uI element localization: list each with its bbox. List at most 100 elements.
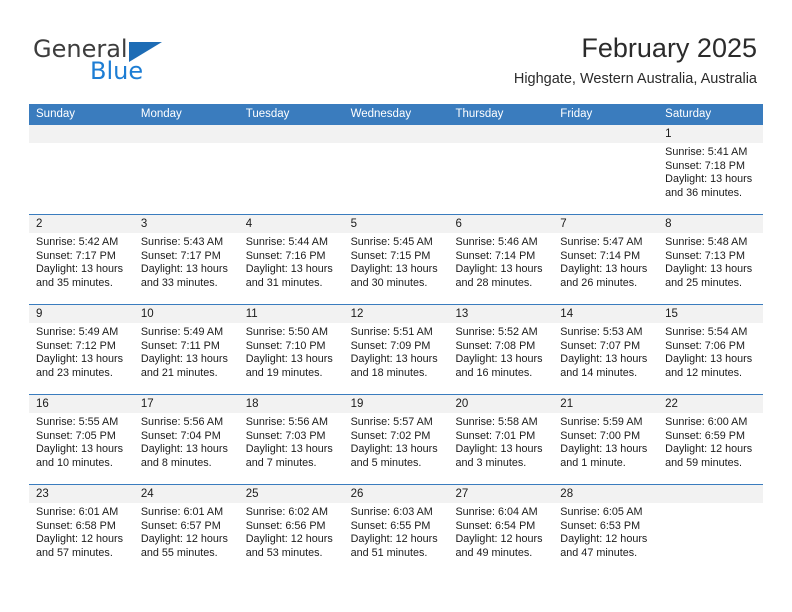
day-cell[interactable]: Sunrise: 5:47 AM Sunset: 7:14 PM Daylight:…: [553, 233, 658, 304]
sunset-text: Sunset: 7:00 PM: [560, 429, 641, 442]
day-cell[interactable]: Sunrise: 6:05 AM Sunset: 6:53 PM Daylight:…: [553, 503, 658, 574]
sunrise-text: Sunrise: 6:01 AM: [36, 506, 119, 518]
day-number[interactable]: 2: [29, 215, 134, 233]
day-number[interactable]: 23: [29, 485, 134, 503]
day-number-empty: [239, 125, 344, 143]
general-blue-logo[interactable]: General Blue: [33, 36, 233, 86]
day-cell[interactable]: Sunrise: 6:03 AM Sunset: 6:55 PM Daylight:…: [344, 503, 449, 574]
day-number[interactable]: 8: [658, 215, 763, 233]
sunrise-text: Sunrise: 6:05 AM: [560, 506, 643, 518]
day-number[interactable]: 11: [239, 305, 344, 323]
sunset-text: Sunset: 7:06 PM: [665, 339, 745, 352]
day-cell[interactable]: Sunrise: 6:02 AM Sunset: 6:56 PM Daylight:…: [239, 503, 344, 574]
day-number[interactable]: 28: [553, 485, 658, 503]
sunrise-text: Sunrise: 5:56 AM: [140, 416, 224, 428]
day-cell[interactable]: Sunrise: 6:00 AM Sunset: 6:59 PM Daylight:…: [658, 413, 763, 484]
daylight-text: Daylight: 13 hours and 3 minutes.: [455, 443, 543, 469]
day-number[interactable]: 12: [344, 305, 449, 323]
day-number[interactable]: 3: [134, 215, 239, 233]
calendar-table: Sunday Monday Tuesday Wednesday Thursday Frid…: [29, 104, 763, 574]
day-number[interactable]: 15: [658, 305, 763, 323]
day-number[interactable]: 26: [344, 485, 449, 503]
day-number[interactable]: 19: [344, 395, 449, 413]
sunset-text: Sunset: 7:10 PM: [245, 339, 326, 352]
day-cell-empty: [344, 143, 449, 214]
day-cell[interactable]: Sunrise: 5:42 AM Sunset: 7:17 PM Daylight:…: [29, 233, 134, 304]
daylight-text: Daylight: 13 hours and 8 minutes.: [140, 443, 228, 469]
day-cell[interactable]: Sunrise: 5:55 AM Sunset: 7:05 PM Daylight:…: [29, 413, 134, 484]
day-cell[interactable]: Sunrise: 6:04 AM Sunset: 6:54 PM Daylight:…: [448, 503, 553, 574]
day-number[interactable]: 21: [553, 395, 658, 413]
day-number[interactable]: 16: [29, 395, 134, 413]
day-cell[interactable]: Sunrise: 5:54 AM Sunset: 7:06 PM Daylight:…: [658, 323, 763, 394]
day-number[interactable]: 1: [658, 125, 763, 143]
day-number[interactable]: 18: [239, 395, 344, 413]
sunrise-text: Sunrise: 5:55 AM: [36, 416, 119, 428]
sunrise-text: Sunrise: 5:43 AM: [140, 236, 224, 248]
day-number[interactable]: 17: [134, 395, 239, 413]
sunset-text: Sunset: 6:59 PM: [665, 429, 745, 442]
sunrise-text: Sunrise: 5:44 AM: [245, 236, 328, 248]
daylight-text: Daylight: 13 hours and 31 minutes.: [245, 263, 333, 289]
week-date-strip: 2345678: [29, 215, 763, 233]
weekday-header-monday: Monday: [140, 108, 182, 120]
day-cell[interactable]: Sunrise: 5:57 AM Sunset: 7:02 PM Daylight:…: [344, 413, 449, 484]
day-number[interactable]: 25: [239, 485, 344, 503]
day-cell[interactable]: Sunrise: 5:56 AM Sunset: 7:03 PM Daylight:…: [239, 413, 344, 484]
sunrise-text: Sunrise: 5:56 AM: [245, 416, 328, 428]
sunset-text: Sunset: 7:09 PM: [350, 339, 431, 352]
day-cell[interactable]: Sunrise: 5:44 AM Sunset: 7:16 PM Daylight:…: [239, 233, 344, 304]
daylight-text: Daylight: 13 hours and 25 minutes.: [665, 263, 753, 289]
day-number[interactable]: 6: [448, 215, 553, 233]
daylight-text: Daylight: 13 hours and 36 minutes.: [665, 173, 753, 199]
sunset-text: Sunset: 6:54 PM: [455, 519, 536, 532]
day-cell[interactable]: Sunrise: 5:41 AM Sunset: 7:18 PM Daylight:…: [658, 143, 763, 214]
day-number[interactable]: 7: [553, 215, 658, 233]
daylight-text: Daylight: 13 hours and 23 minutes.: [36, 353, 124, 379]
sunset-text: Sunset: 7:14 PM: [455, 249, 536, 262]
sunset-text: Sunset: 7:13 PM: [665, 249, 745, 262]
sunset-text: Sunset: 7:11 PM: [140, 339, 220, 352]
day-number[interactable]: 24: [134, 485, 239, 503]
day-cell[interactable]: Sunrise: 5:50 AM Sunset: 7:10 PM Daylight:…: [239, 323, 344, 394]
day-number[interactable]: 5: [344, 215, 449, 233]
daylight-text: Daylight: 13 hours and 14 minutes.: [560, 353, 648, 379]
day-number[interactable]: 10: [134, 305, 239, 323]
weekday-header-wednesday: Wednesday: [350, 108, 412, 120]
calendar-weeks: 1 Sunrise: 5:41 AM Sunset: 7:18 PM Daylight…: [29, 125, 763, 574]
logo-text-blue: Blue: [90, 57, 144, 85]
sunrise-text: Sunrise: 5:46 AM: [455, 236, 538, 248]
week-body: Sunrise: 5:55 AM Sunset: 7:05 PM Daylight:…: [29, 413, 763, 484]
sunset-text: Sunset: 6:57 PM: [140, 519, 221, 532]
day-number[interactable]: 13: [448, 305, 553, 323]
day-cell[interactable]: Sunrise: 5:58 AM Sunset: 7:01 PM Daylight:…: [448, 413, 553, 484]
day-cell[interactable]: Sunrise: 5:46 AM Sunset: 7:14 PM Daylight:…: [448, 233, 553, 304]
day-cell[interactable]: Sunrise: 5:48 AM Sunset: 7:13 PM Daylight:…: [658, 233, 763, 304]
weekday-header-tuesday: Tuesday: [245, 108, 290, 120]
day-number[interactable]: 20: [448, 395, 553, 413]
daylight-text: Daylight: 13 hours and 10 minutes.: [36, 443, 124, 469]
day-cell[interactable]: Sunrise: 5:51 AM Sunset: 7:09 PM Daylight:…: [344, 323, 449, 394]
day-cell[interactable]: Sunrise: 6:01 AM Sunset: 6:58 PM Daylight:…: [29, 503, 134, 574]
calendar-page: General Blue February 2025 Highgate, Wes…: [0, 0, 792, 612]
day-number[interactable]: 22: [658, 395, 763, 413]
day-cell[interactable]: Sunrise: 5:49 AM Sunset: 7:11 PM Daylight:…: [134, 323, 239, 394]
sunset-text: Sunset: 7:03 PM: [245, 429, 326, 442]
day-number[interactable]: 4: [239, 215, 344, 233]
day-number[interactable]: 27: [448, 485, 553, 503]
day-cell[interactable]: Sunrise: 5:45 AM Sunset: 7:15 PM Daylight:…: [344, 233, 449, 304]
day-cell[interactable]: Sunrise: 5:52 AM Sunset: 7:08 PM Daylight:…: [448, 323, 553, 394]
day-cell[interactable]: Sunrise: 5:56 AM Sunset: 7:04 PM Daylight:…: [134, 413, 239, 484]
page-subtitle: Highgate, Western Australia, Australia: [513, 71, 757, 87]
day-number[interactable]: 14: [553, 305, 658, 323]
day-cell[interactable]: Sunrise: 5:43 AM Sunset: 7:17 PM Daylight:…: [134, 233, 239, 304]
day-number[interactable]: 9: [29, 305, 134, 323]
week-date-strip: 1: [29, 125, 763, 143]
day-cell[interactable]: Sunrise: 5:49 AM Sunset: 7:12 PM Daylight:…: [29, 323, 134, 394]
sunrise-text: Sunrise: 5:48 AM: [665, 236, 748, 248]
day-cell[interactable]: Sunrise: 5:59 AM Sunset: 7:00 PM Daylight:…: [553, 413, 658, 484]
day-cell[interactable]: Sunrise: 6:01 AM Sunset: 6:57 PM Daylight:…: [134, 503, 239, 574]
week-date-strip: 23 24 25 26 27 28: [29, 485, 763, 503]
day-cell-empty: [658, 503, 763, 574]
day-cell[interactable]: Sunrise: 5:53 AM Sunset: 7:07 PM Daylight:…: [553, 323, 658, 394]
